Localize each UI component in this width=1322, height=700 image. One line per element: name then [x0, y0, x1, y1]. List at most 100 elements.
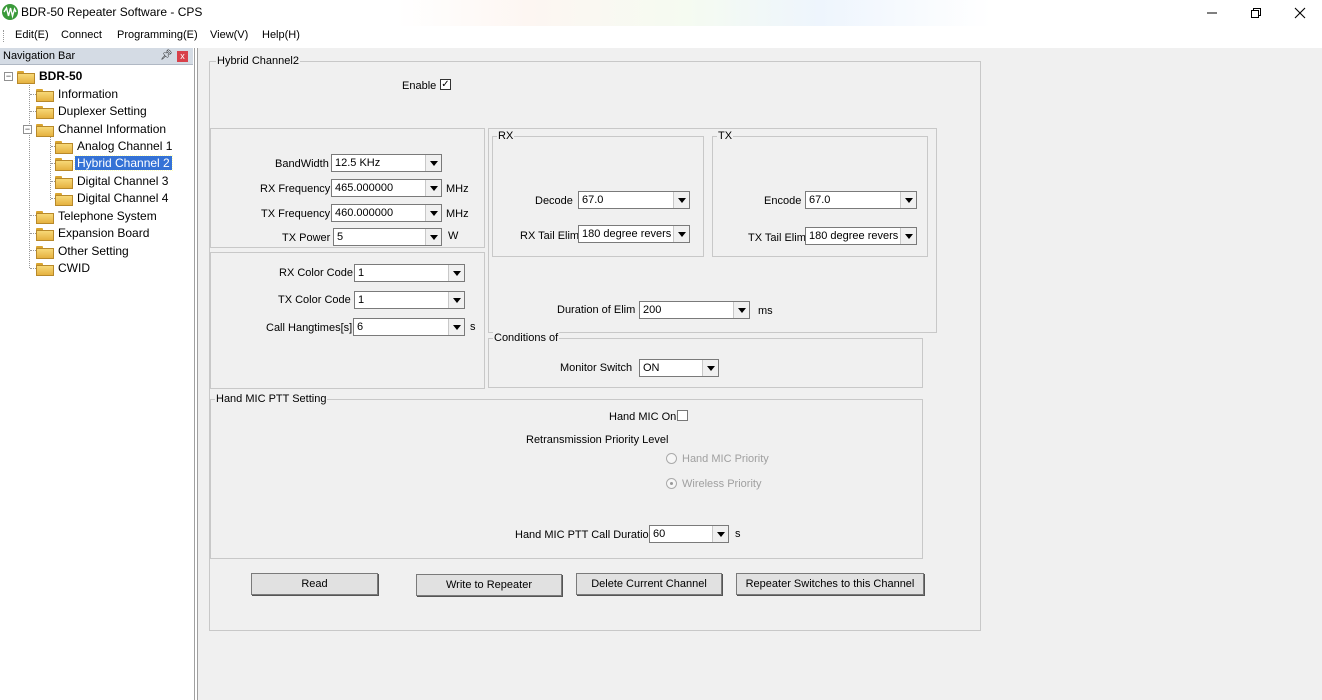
hand-mic-title: Hand MIC PTT Setting — [215, 393, 328, 405]
tx-frequency-select[interactable]: 460.000000 — [331, 204, 442, 222]
folder-icon — [55, 175, 73, 189]
rx-frequency-select[interactable]: 465.000000 — [331, 179, 442, 197]
tx-tail-elim-label: TX Tail Elim — [748, 232, 806, 244]
close-window-button[interactable] — [1278, 0, 1322, 26]
duration-of-elim-label: Duration of Elim — [557, 304, 636, 316]
tree-item-digital-channel-4[interactable]: Digital Channel 4 — [55, 190, 170, 206]
conditions-title: Conditions of — [493, 332, 560, 344]
restore-button[interactable] — [1234, 0, 1278, 26]
collapse-root-icon[interactable]: − — [4, 72, 13, 81]
menu-programming[interactable]: Programming(E) — [117, 29, 198, 41]
folder-icon — [36, 123, 54, 137]
write-to-repeater-button[interactable]: Write to Repeater — [416, 574, 562, 596]
tx-group-title: TX — [717, 130, 734, 142]
folder-icon — [36, 105, 54, 119]
hybrid-channel-title: Hybrid Channel2 — [216, 55, 300, 67]
tree-item-digital-channel-3[interactable]: Digital Channel 3 — [55, 173, 170, 189]
hand-mic-priority-radio[interactable] — [666, 453, 677, 464]
duration-of-elim-select[interactable]: 200 — [639, 301, 750, 319]
dropdown-arrow-icon — [448, 292, 464, 308]
folder-icon — [36, 210, 54, 224]
title-bar: BDR-50 Repeater Software - CPS — [0, 0, 1322, 26]
dropdown-arrow-icon — [448, 265, 464, 281]
tx-color-code-select[interactable]: 1 — [354, 291, 465, 309]
bandwidth-select[interactable]: 12.5 KHz — [331, 154, 442, 172]
rx-tail-elim-label: RX Tail Elim — [520, 230, 580, 242]
tx-power-select[interactable]: 5 — [333, 228, 442, 246]
navigation-panel: Navigation Bar 📌︎ x − BDR-50 Information… — [0, 48, 195, 700]
menu-bar: Edit(E) Connect Programming(E) View(V) H… — [0, 26, 1322, 46]
read-button[interactable]: Read — [251, 573, 378, 595]
folder-icon — [55, 157, 73, 171]
dropdown-arrow-icon — [900, 228, 916, 244]
hand-mic-duration-label: Hand MIC PTT Call Duration — [515, 529, 655, 541]
folder-icon — [55, 140, 73, 154]
call-hangtimes-label: Call Hangtimes[s] — [266, 322, 353, 334]
dropdown-arrow-icon — [712, 526, 728, 542]
app-logo-icon — [2, 4, 18, 20]
hand-mic-priority-label: Hand MIC Priority — [682, 453, 769, 465]
decode-select[interactable]: 67.0 — [578, 191, 690, 209]
menu-grip — [3, 30, 5, 42]
dropdown-arrow-icon — [702, 360, 718, 376]
close-panel-icon[interactable]: x — [177, 51, 188, 62]
dropdown-arrow-icon — [425, 229, 441, 245]
tree-item-channel-information[interactable]: Channel Information — [36, 121, 168, 137]
hand-mic-duration-select[interactable]: 60 — [649, 525, 729, 543]
enable-checkbox[interactable]: ✓ — [440, 79, 451, 90]
monitor-switch-label: Monitor Switch — [560, 362, 633, 374]
folder-icon — [36, 227, 54, 241]
dropdown-arrow-icon — [673, 226, 689, 242]
pin-icon[interactable]: 📌︎ — [160, 50, 173, 61]
delete-current-channel-button[interactable]: Delete Current Channel — [576, 573, 722, 595]
tx-frequency-unit: MHz — [446, 208, 469, 220]
menu-edit[interactable]: Edit(E) — [15, 29, 49, 41]
check-icon: ✓ — [441, 79, 450, 90]
tree-item-expansion-board[interactable]: Expansion Board — [36, 225, 151, 241]
close-icon — [1294, 7, 1306, 19]
bandwidth-label: BandWidth — [275, 158, 329, 170]
tree-item-cwid[interactable]: CWID — [36, 260, 92, 276]
main-content: Hybrid Channel2 Enable ✓ BandWidth 12.5 … — [197, 48, 1322, 700]
call-hangtimes-select[interactable]: 6 — [353, 318, 465, 336]
dropdown-arrow-icon — [673, 192, 689, 208]
encode-label: Encode — [764, 195, 802, 207]
collapse-channel-info-icon[interactable]: − — [23, 125, 32, 134]
tree-item-duplexer-setting[interactable]: Duplexer Setting — [36, 103, 149, 119]
tx-power-label: TX Power — [282, 232, 331, 244]
tree-root-bdr50[interactable]: BDR-50 — [17, 68, 84, 84]
dropdown-arrow-icon — [900, 192, 916, 208]
dropdown-arrow-icon — [448, 319, 464, 335]
tx-color-code-label: TX Color Code — [278, 294, 351, 306]
rx-tail-elim-select[interactable]: 180 degree reversal — [578, 225, 690, 243]
rx-color-code-select[interactable]: 1 — [354, 264, 465, 282]
tree-item-telephone-system[interactable]: Telephone System — [36, 208, 159, 224]
dropdown-arrow-icon — [425, 155, 441, 171]
minimize-icon — [1207, 12, 1217, 14]
dropdown-arrow-icon — [425, 180, 441, 196]
folder-icon — [36, 88, 54, 102]
decode-label: Decode — [535, 195, 573, 207]
minimize-button[interactable] — [1190, 0, 1234, 26]
tree-item-other-setting[interactable]: Other Setting — [36, 243, 131, 259]
call-hangtimes-unit: s — [470, 321, 476, 333]
dropdown-arrow-icon — [425, 205, 441, 221]
folder-icon — [55, 192, 73, 206]
hand-mic-on-checkbox[interactable] — [677, 410, 688, 421]
dropdown-arrow-icon — [733, 302, 749, 318]
wireless-priority-radio[interactable] — [666, 478, 677, 489]
retransmission-priority-label: Retransmission Priority Level — [526, 434, 669, 446]
encode-select[interactable]: 67.0 — [805, 191, 917, 209]
tree-item-information[interactable]: Information — [36, 86, 120, 102]
enable-label: Enable — [402, 80, 437, 92]
menu-help[interactable]: Help(H) — [262, 29, 300, 41]
hand-mic-on-label: Hand MIC On — [609, 411, 677, 423]
monitor-switch-select[interactable]: ON — [639, 359, 719, 377]
tx-tail-elim-select[interactable]: 180 degree reversal — [805, 227, 917, 245]
menu-view[interactable]: View(V) — [210, 29, 248, 41]
repeater-switches-button[interactable]: Repeater Switches to this Channel — [736, 573, 924, 595]
menu-connect[interactable]: Connect — [61, 29, 102, 41]
restore-icon — [1251, 8, 1261, 18]
tree-item-analog-channel-1[interactable]: Analog Channel 1 — [55, 138, 174, 154]
tree-item-hybrid-channel-2[interactable]: Hybrid Channel 2 — [55, 155, 173, 171]
